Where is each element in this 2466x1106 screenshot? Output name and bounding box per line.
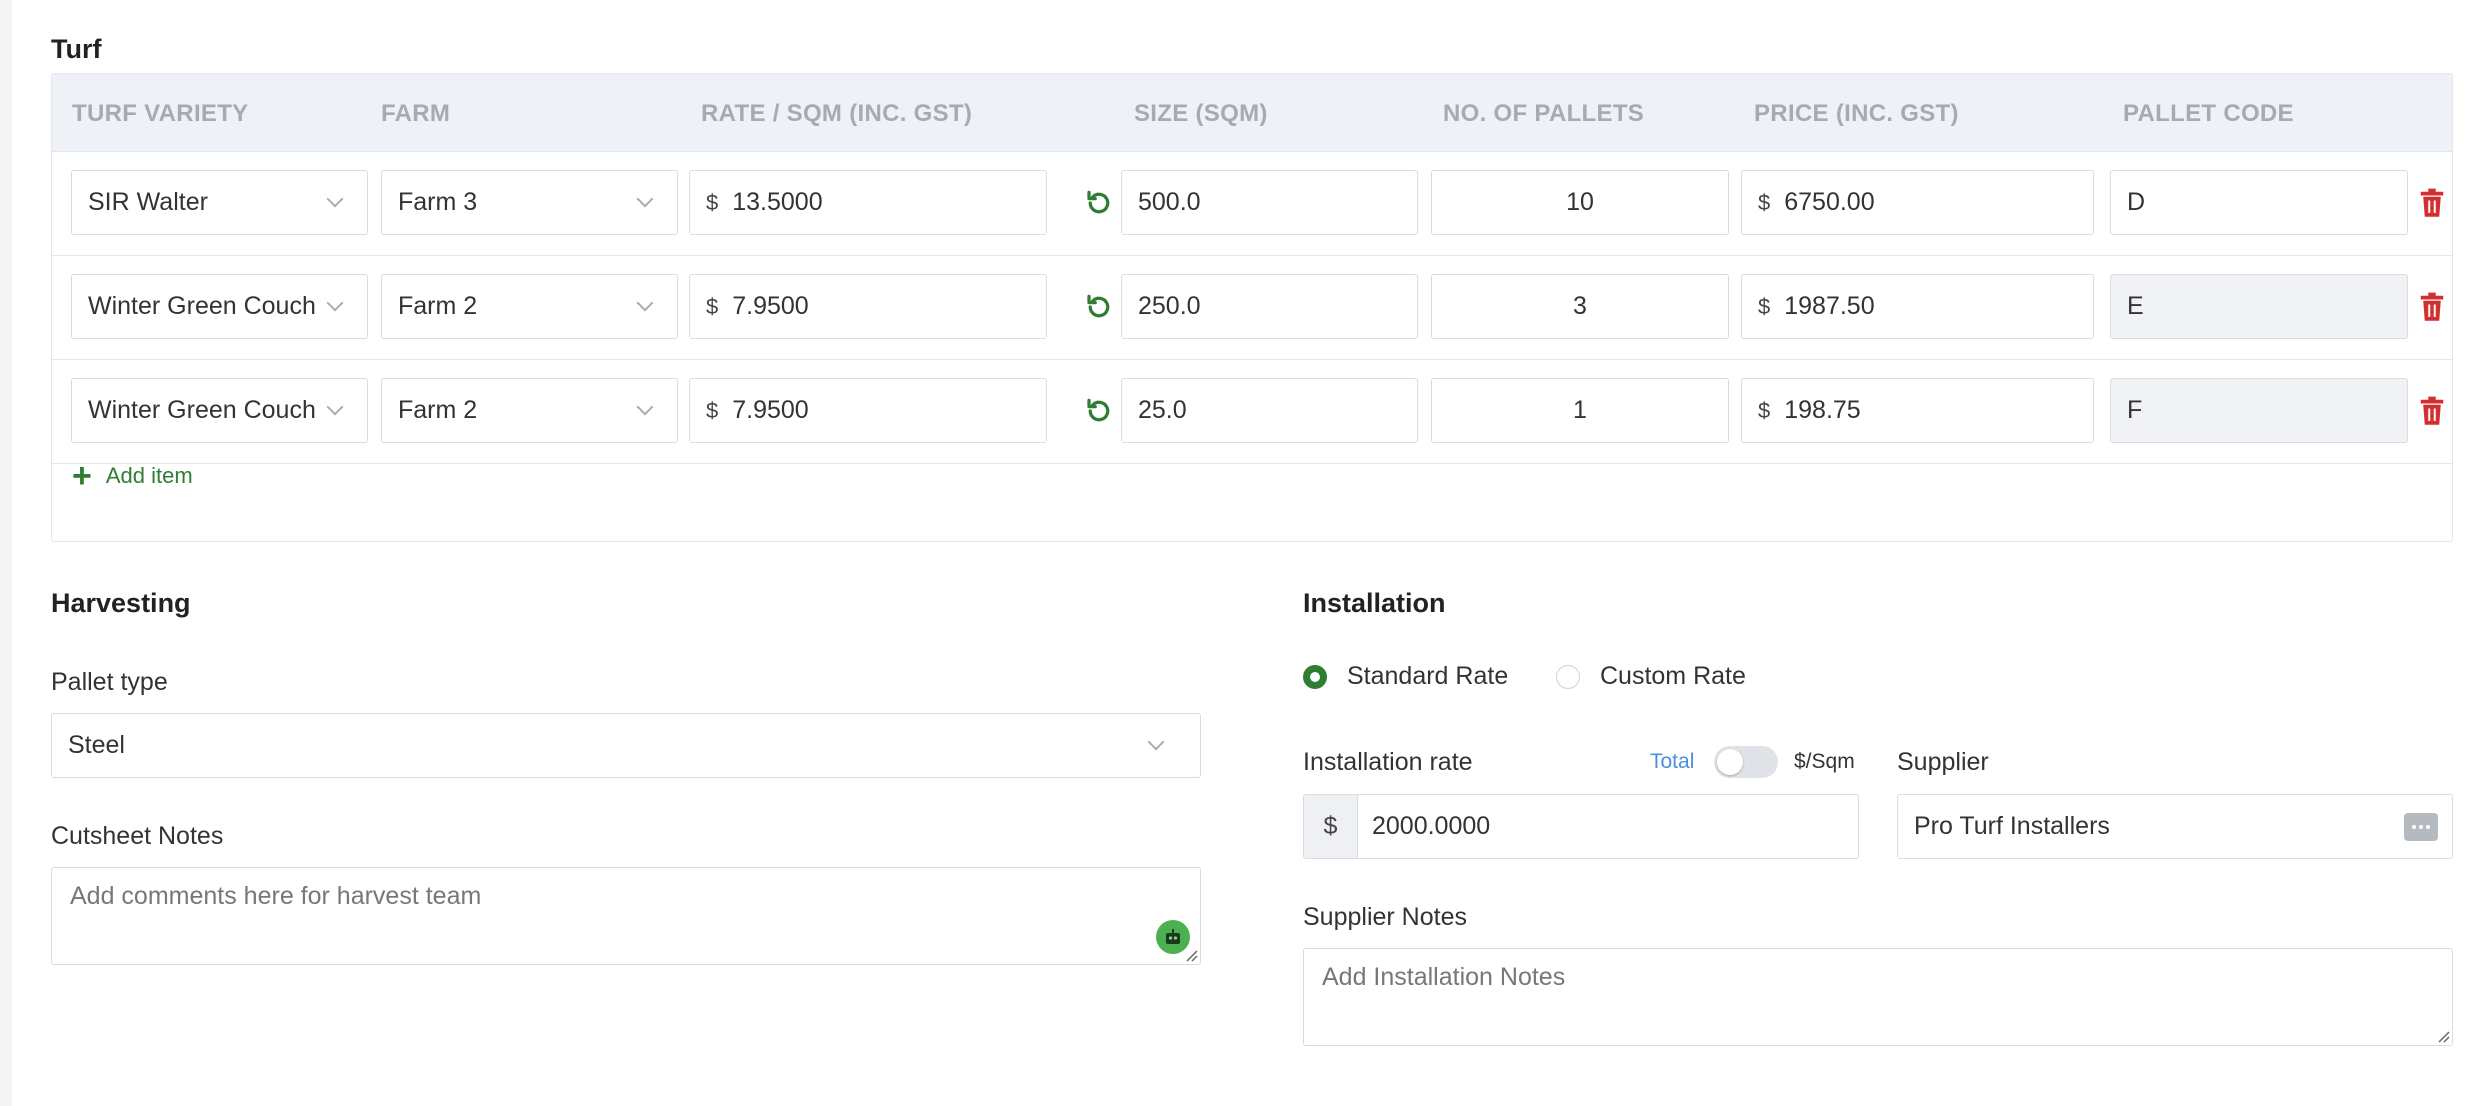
supplier-select[interactable]: Pro Turf Installers [1897, 794, 2453, 859]
col-pallet-code: PALLET CODE [2123, 100, 2294, 127]
farm-select[interactable]: Farm 2 [381, 274, 678, 339]
chevron-down-icon [326, 398, 344, 416]
pallets-input[interactable]: 3 [1431, 274, 1729, 339]
standard-rate-radio[interactable]: Standard Rate [1303, 662, 1508, 691]
radio-unselected-icon [1556, 664, 1580, 689]
pallet-type-label: Pallet type [51, 668, 168, 696]
pallet-code-input[interactable]: F [2110, 378, 2408, 443]
chevron-down-icon [326, 190, 344, 208]
trash-icon[interactable] [2415, 393, 2449, 429]
table-row: Winter Green Couch Farm 2 $7.9500 25.0 1… [52, 360, 2452, 464]
installation-rate-value: 2000.0000 [1372, 812, 1491, 840]
chevron-down-icon [636, 190, 654, 208]
turf-variety-select[interactable]: SIR Walter [71, 170, 368, 235]
turf-variety-select[interactable]: Winter Green Couch [71, 274, 368, 339]
col-size: SIZE (SQM) [1134, 100, 1268, 127]
resize-handle-icon[interactable] [1184, 948, 1198, 962]
chevron-down-icon [326, 294, 344, 312]
supplier-label: Supplier [1897, 748, 1989, 776]
toggle-sqm-label: $/Sqm [1794, 750, 1855, 773]
chevron-down-icon [636, 398, 654, 416]
rate-mode-toggle[interactable] [1714, 746, 1778, 778]
cutsheet-notes-textarea[interactable]: Add comments here for harvest team [51, 867, 1201, 965]
col-pallets: NO. OF PALLETS [1443, 100, 1645, 127]
reset-rate-icon[interactable] [1081, 289, 1117, 325]
table-row: Winter Green Couch Farm 2 $7.9500 250.0 … [52, 256, 2452, 360]
turf-section-title: Turf [51, 34, 102, 64]
chevron-down-icon [1147, 733, 1165, 751]
reset-rate-icon[interactable] [1081, 185, 1117, 221]
rate-input[interactable]: $13.5000 [689, 170, 1047, 235]
supplier-notes-label: Supplier Notes [1303, 903, 1467, 931]
price-input[interactable]: $6750.00 [1741, 170, 2094, 235]
installation-rate-label: Installation rate [1303, 748, 1473, 776]
harvesting-section-title: Harvesting [51, 588, 191, 618]
rate-input[interactable]: $7.9500 [689, 378, 1047, 443]
left-rail [0, 0, 12, 1106]
resize-handle-icon[interactable] [2436, 1029, 2450, 1043]
trash-icon[interactable] [2415, 289, 2449, 325]
plus-icon: + [72, 457, 92, 495]
supplier-notes-textarea[interactable]: Add Installation Notes [1303, 948, 2453, 1046]
toggle-total-label: Total [1650, 750, 1695, 773]
installation-section-title: Installation [1303, 588, 1446, 618]
pallets-input[interactable]: 10 [1431, 170, 1729, 235]
size-input[interactable]: 250.0 [1121, 274, 1418, 339]
col-turf-variety: TURF VARIETY [72, 100, 249, 127]
chevron-down-icon [636, 294, 654, 312]
price-input[interactable]: $198.75 [1741, 378, 2094, 443]
currency-addon: $ [1304, 795, 1358, 858]
size-input[interactable]: 25.0 [1121, 378, 1418, 443]
rate-input[interactable]: $7.9500 [689, 274, 1047, 339]
more-options-icon[interactable] [2404, 813, 2438, 841]
trash-icon[interactable] [2415, 185, 2449, 221]
installation-rate-input[interactable]: $ 2000.0000 [1303, 794, 1859, 859]
reset-rate-icon[interactable] [1081, 393, 1117, 429]
pallets-input[interactable]: 1 [1431, 378, 1729, 443]
col-price: PRICE (INC. GST) [1754, 100, 1959, 127]
pallet-code-input[interactable]: D [2110, 170, 2408, 235]
turf-table: TURF VARIETY FARM RATE / SQM (INC. GST) … [51, 73, 2453, 542]
pallet-type-select[interactable]: Steel [51, 713, 1201, 778]
turf-table-header: TURF VARIETY FARM RATE / SQM (INC. GST) … [52, 74, 2452, 152]
farm-select[interactable]: Farm 3 [381, 170, 678, 235]
pallet-code-input[interactable]: E [2110, 274, 2408, 339]
size-input[interactable]: 500.0 [1121, 170, 1418, 235]
cutsheet-notes-label: Cutsheet Notes [51, 822, 224, 850]
add-item-button[interactable]: + Add item [72, 459, 193, 493]
radio-selected-icon [1303, 664, 1327, 689]
price-input[interactable]: $1987.50 [1741, 274, 2094, 339]
table-row: SIR Walter Farm 3 $13.5000 500.0 10 $675… [52, 152, 2452, 256]
turf-variety-select[interactable]: Winter Green Couch [71, 378, 368, 443]
toggle-knob [1717, 749, 1743, 775]
col-rate: RATE / SQM (INC. GST) [701, 100, 973, 127]
custom-rate-radio[interactable]: Custom Rate [1556, 662, 1746, 691]
farm-select[interactable]: Farm 2 [381, 378, 678, 443]
col-farm: FARM [381, 100, 451, 127]
